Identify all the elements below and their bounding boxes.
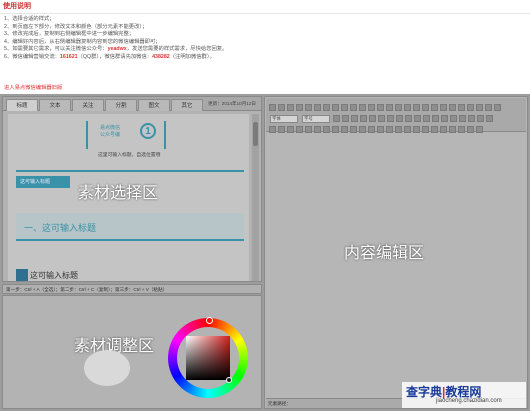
sample-title-style-1[interactable]: 易点微信 公众号编 1: [86, 121, 166, 149]
sample-title-text: 一、这可输入标题: [24, 223, 97, 233]
hue-handle[interactable]: [206, 317, 213, 324]
page: 使用说明 1、选择合适的样式； 2、到页面左下部分，修改文本和颜色（部分元素不能更…: [0, 0, 530, 411]
instructions-list: 1、选择合适的样式； 2、到页面左下部分，修改文本和颜色（部分元素不能更改）； 3、…: [4, 16, 524, 62]
toolbar-row-2: 字体 字号: [268, 110, 524, 123]
toolbar-button[interactable]: [341, 126, 348, 134]
watermark: 查字典|教程网 jiaocheng.chazidian.com: [402, 382, 526, 408]
update-date: 更新：2014年10月12日: [208, 101, 257, 106]
material-scrollbar[interactable]: [252, 114, 259, 281]
label-material-select: 素材选择区: [78, 185, 159, 202]
copy-hotkeys-hint: 第一步：Ctrl + A（全选）；第二步：Ctrl + C（复制）；第三步：Ct…: [2, 284, 262, 294]
instruction-highlight: yeadwx: [107, 46, 127, 53]
instruction-text: ，发送您需要的样式需求，尽快给您回复。: [126, 46, 228, 53]
toolbar-row-3: [268, 121, 524, 134]
tab-material[interactable]: 分割: [105, 99, 137, 111]
toolbar-button[interactable]: [404, 126, 411, 134]
toolbar-button[interactable]: [368, 126, 375, 134]
toolbar-button[interactable]: [449, 126, 456, 134]
tab-material[interactable]: 关注: [72, 99, 104, 111]
sample-divider-line: [16, 170, 244, 172]
content-editor[interactable]: 字体 字号 内容编辑区 元素路径：: [264, 96, 528, 409]
editor-placeholder-image: [84, 350, 130, 386]
toolbar-button[interactable]: [386, 126, 393, 134]
toolbar-button[interactable]: [422, 126, 429, 134]
sample-title-text: 易点微信 公众号编: [100, 125, 121, 138]
scrollbar-thumb[interactable]: [253, 122, 258, 146]
instructions-header: 使用说明: [0, 0, 530, 14]
toolbar-button[interactable]: [359, 126, 366, 134]
watermark-url: jiaocheng.chazidian.com: [436, 398, 502, 404]
sample-title-style-4[interactable]: 这可输入标题: [30, 270, 78, 281]
toolbar-button[interactable]: [350, 126, 357, 134]
instruction-text: （注明加微信群）。: [169, 53, 215, 60]
instruction-text: （QQ群），微信群请先加微信：: [77, 53, 153, 60]
color-picker-handle[interactable]: [226, 377, 232, 383]
toolbar-button[interactable]: [323, 126, 330, 134]
sample-title-style-3[interactable]: 一、这可输入标题: [16, 213, 244, 241]
tab-material[interactable]: 图文: [138, 99, 170, 111]
editor-toolbar: 字体 字号: [266, 98, 526, 134]
watermark-brand-b: 教程网: [445, 385, 482, 399]
sample-title-style-2[interactable]: 这可输入标题: [16, 176, 70, 188]
instruction-step: 3、修改完成后，复制到右侧编辑框中进一步编辑完整；: [4, 31, 524, 39]
watermark-brand-a: 查字典: [406, 385, 443, 399]
instruction-highlight: 161621: [59, 53, 78, 60]
toolbar-button[interactable]: [305, 126, 312, 134]
toolbar-button[interactable]: [377, 126, 384, 134]
toolbar-button[interactable]: [467, 126, 474, 134]
instruction-step: 5、如需要其它需求，可以关注微信公众号：yeadwx，发送您需要的样式需求，尽快…: [4, 46, 524, 54]
instruction-step: 1、选择合适的样式；: [4, 16, 524, 24]
toolbar-button[interactable]: [413, 126, 420, 134]
tab-material[interactable]: 文本: [39, 99, 71, 111]
instruction-step: 6、微信编辑营销交流：161621（QQ群），微信群请先加微信：438282（注…: [4, 54, 524, 62]
sample-caption: 这里可输入标题，自选位置哦: [98, 153, 161, 158]
instruction-text: 2、到页面左下部分，修改文本和颜色（部分元素不能更改）；: [4, 23, 148, 30]
toolbar-button[interactable]: [431, 126, 438, 134]
tab-material[interactable]: 其它: [171, 99, 203, 111]
instruction-text: 3、修改完成后，复制到右侧编辑框中进一步编辑完整；: [4, 31, 135, 38]
instruction-text: 6、微信编辑营销交流：: [4, 53, 60, 60]
sample-number-badge[interactable]: [16, 269, 28, 281]
toolbar-button[interactable]: [440, 126, 447, 134]
toolbar-button[interactable]: [287, 126, 294, 134]
tab-material[interactable]: 标题: [6, 99, 38, 111]
instruction-highlight: 438282: [152, 53, 170, 60]
toolbar-button[interactable]: [395, 126, 402, 134]
toolbar-row-1: [268, 99, 524, 112]
material-tabs: 更新：2014年10月12日 标题 文本 关注 分割 图文 其它: [3, 97, 261, 111]
toolbar-button[interactable]: [269, 126, 276, 134]
toolbar-button[interactable]: [458, 126, 465, 134]
toolbar-button[interactable]: [476, 126, 483, 134]
sample-number: 1: [140, 123, 156, 139]
editor-screenshot: 更新：2014年10月12日 标题 文本 关注 分割 图文 其它 易点微信 公众号编 1 …: [0, 94, 530, 411]
old-editor-link[interactable]: 进入易点微信编辑器旧版: [4, 83, 62, 91]
instruction-text: 1、选择合适的样式；: [4, 16, 55, 22]
toolbar-button[interactable]: [296, 126, 303, 134]
instruction-text: 5、如需要其它需求，可以关注微信公众号：: [4, 46, 108, 53]
color-saturation-square[interactable]: [186, 336, 230, 380]
instructions-title: 使用说明: [3, 3, 31, 10]
toolbar-button[interactable]: [332, 126, 339, 134]
instruction-text: 4、编辑好内容后，从右侧编辑器复制内容到您的微信编辑器即可；: [4, 38, 161, 45]
label-content-edit: 内容编辑区: [344, 245, 425, 262]
toolbar-button[interactable]: [278, 126, 285, 134]
toolbar-button[interactable]: [314, 126, 321, 134]
